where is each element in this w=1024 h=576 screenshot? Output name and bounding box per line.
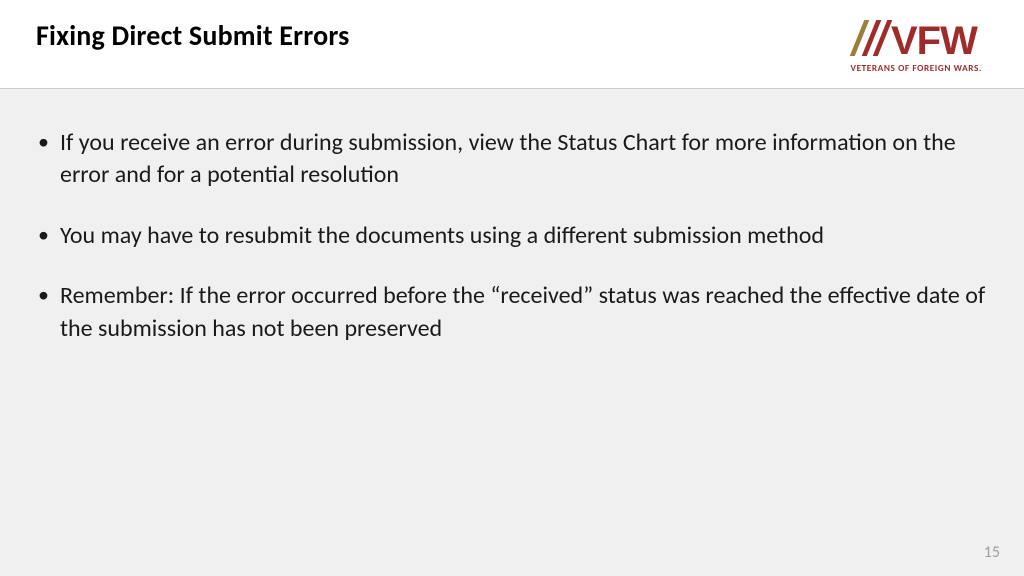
slide-body: If you receive an error during submissio… [0, 89, 1024, 576]
list-item: You may have to resubmit the documents u… [36, 220, 988, 252]
slide-title: Fixing Direct Submit Errors [36, 18, 350, 53]
list-item: If you receive an error during submissio… [36, 127, 988, 192]
list-item: Remember: If the error occurred before t… [36, 280, 988, 345]
logo-text: VFW [891, 21, 977, 61]
logo-main-row: VFW [851, 20, 982, 61]
logo-stripes-icon [847, 20, 895, 61]
vfw-logo: VFW VETERANS OF FOREIGN WARS. [851, 20, 982, 74]
bullet-list: If you receive an error during submissio… [36, 127, 988, 345]
logo-tagline: VETERANS OF FOREIGN WARS. [851, 63, 982, 74]
page-number: 15 [984, 543, 1000, 562]
slide-header: Fixing Direct Submit Errors VFW VETERANS… [0, 0, 1024, 88]
